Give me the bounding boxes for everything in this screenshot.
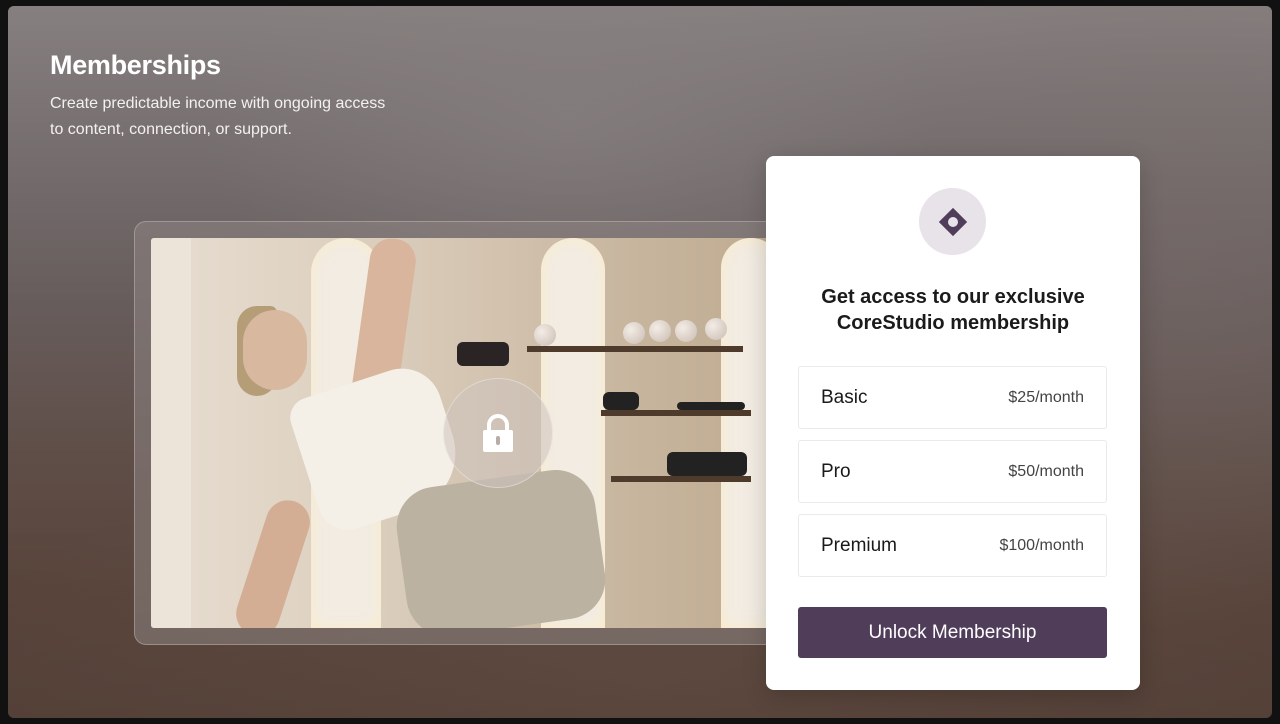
plan-list: Basic $25/month Pro $50/month Premium $1…: [798, 366, 1107, 588]
diamond-icon: [938, 207, 967, 236]
scene-person: [243, 310, 307, 390]
scene-wall: [151, 238, 191, 628]
scene-ball: [534, 324, 556, 346]
scene-ball: [675, 320, 697, 342]
page-title: Memberships: [50, 50, 221, 80]
scene-ring: [457, 342, 509, 366]
scene-shelf: [527, 346, 743, 352]
scene-shelf: [601, 410, 751, 416]
video-preview-frame: [134, 221, 834, 645]
brand-logo: [919, 188, 986, 255]
lock-icon: [483, 414, 513, 452]
section-header: Memberships Create predictable income wi…: [50, 50, 390, 143]
video-thumbnail[interactable]: [151, 238, 811, 628]
scene-ball: [705, 318, 727, 340]
scene-dumbbell: [603, 392, 639, 410]
card-title: Get access to our exclusive CoreStudio m…: [821, 286, 1085, 334]
plan-price: $50/month: [1008, 462, 1084, 480]
locked-overlay[interactable]: [443, 378, 553, 488]
page-background: Memberships Create predictable income wi…: [8, 6, 1272, 718]
scene-dumbbell: [677, 402, 745, 410]
plan-name: Premium: [821, 534, 898, 556]
scene-ball: [623, 322, 645, 344]
unlock-membership-button[interactable]: Unlock Membership: [798, 607, 1107, 658]
plan-option-premium[interactable]: Premium $100/month: [798, 514, 1107, 577]
plan-price: $100/month: [999, 536, 1084, 554]
page-subtitle: Create predictable income with ongoing a…: [50, 95, 386, 138]
plan-option-pro[interactable]: Pro $50/month: [798, 440, 1107, 503]
scene-person: [391, 464, 611, 628]
plan-option-basic[interactable]: Basic $25/month: [798, 366, 1107, 429]
scene-dumbbell: [667, 452, 747, 476]
membership-card: Get access to our exclusive CoreStudio m…: [766, 156, 1140, 690]
plan-name: Pro: [821, 460, 851, 482]
scene-ball: [649, 320, 671, 342]
plan-name: Basic: [821, 386, 868, 408]
scene-shelf: [611, 476, 751, 482]
plan-price: $25/month: [1008, 388, 1084, 406]
scene-person: [230, 494, 316, 628]
